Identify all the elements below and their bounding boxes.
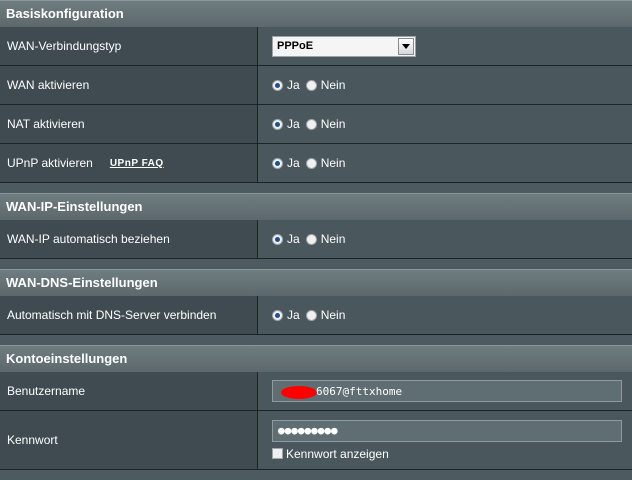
auto-dns-cell: Ja Nein (258, 296, 632, 334)
auto-ip-cell: Ja Nein (258, 220, 632, 258)
upnp-enable-no-label[interactable]: Nein (321, 156, 346, 170)
upnp-enable-cell: Ja Nein (258, 144, 632, 182)
password-column: ●●●●●●●●● Kennwort anzeigen (272, 419, 622, 461)
auto-dns-radio-group: Ja Nein (272, 308, 351, 322)
wan-enable-yes-label[interactable]: Ja (287, 78, 300, 92)
auto-ip-label: WAN-IP automatisch beziehen (0, 220, 258, 258)
wan-enable-radio-group: Ja Nein (272, 78, 351, 92)
wan-type-selected-value: PPPoE (277, 40, 314, 52)
upnp-enable-yes-radio[interactable] (272, 157, 283, 169)
nat-enable-yes-radio[interactable] (272, 118, 283, 130)
password-cell: ●●●●●●●●● Kennwort anzeigen (258, 411, 632, 469)
row-nat-enable: NAT aktivieren Ja Nein (0, 105, 632, 144)
show-password-checkbox[interactable] (272, 448, 283, 459)
section-account-title: Kontoeinstellungen (0, 345, 632, 372)
wan-enable-label: WAN aktivieren (0, 66, 258, 104)
nat-enable-radio-group: Ja Nein (272, 117, 351, 131)
password-label: Kennwort (0, 411, 258, 469)
nat-enable-no-label[interactable]: Nein (321, 117, 346, 131)
upnp-enable-yes-label[interactable]: Ja (287, 156, 300, 170)
upnp-enable-radio-group: Ja Nein (272, 156, 351, 170)
auto-ip-no-label[interactable]: Nein (321, 232, 346, 246)
row-auto-dns: Automatisch mit DNS-Server verbinden Ja … (0, 296, 632, 335)
auto-ip-yes-label[interactable]: Ja (287, 232, 300, 246)
section-spacer (0, 259, 632, 269)
row-wan-type: WAN-Verbindungstyp PPPoE (0, 27, 632, 66)
username-input[interactable]: 6067@fttxhome (272, 380, 622, 402)
row-username: Benutzername 6067@fttxhome (0, 372, 632, 411)
show-password-row: Kennwort anzeigen (272, 447, 622, 461)
wan-enable-no-radio[interactable] (305, 79, 317, 91)
auto-dns-yes-radio[interactable] (272, 309, 283, 321)
section-spacer (0, 335, 632, 345)
wan-enable-cell: Ja Nein (258, 66, 632, 104)
nat-enable-yes-label[interactable]: Ja (287, 117, 300, 131)
upnp-enable-no-radio[interactable] (305, 157, 317, 169)
nat-enable-label: NAT aktivieren (0, 105, 258, 143)
auto-ip-radio-group: Ja Nein (272, 232, 351, 246)
auto-dns-no-radio[interactable] (305, 309, 317, 321)
section-spacer (0, 183, 632, 193)
nat-enable-no-radio[interactable] (305, 118, 317, 130)
row-upnp-enable: UPnP aktivieren UPnP FAQ Ja Nein (0, 144, 632, 183)
wan-enable-yes-radio[interactable] (272, 79, 283, 91)
password-input[interactable]: ●●●●●●●●● (272, 419, 622, 442)
wan-settings-page: Basiskonfiguration WAN-Verbindungstyp PP… (0, 0, 632, 470)
auto-dns-no-label[interactable]: Nein (321, 308, 346, 322)
row-wan-enable: WAN aktivieren Ja Nein (0, 66, 632, 105)
wan-type-cell: PPPoE (258, 27, 632, 65)
upnp-faq-link[interactable]: UPnP FAQ (110, 158, 164, 169)
wan-type-select[interactable]: PPPoE (272, 35, 416, 57)
auto-dns-yes-label[interactable]: Ja (287, 308, 300, 322)
username-value: 6067@fttxhome (316, 384, 403, 398)
auto-ip-no-radio[interactable] (305, 233, 317, 245)
wan-type-label: WAN-Verbindungstyp (0, 27, 258, 65)
password-value: ●●●●●●●●● (278, 424, 338, 437)
section-basic-title: Basiskonfiguration (0, 0, 632, 27)
nat-enable-cell: Ja Nein (258, 105, 632, 143)
upnp-enable-label: UPnP aktivieren (7, 156, 93, 170)
chevron-down-icon[interactable] (398, 37, 414, 55)
section-wan-dns-title: WAN-DNS-Einstellungen (0, 269, 632, 296)
show-password-label[interactable]: Kennwort anzeigen (286, 447, 389, 461)
upnp-enable-label-cell: UPnP aktivieren UPnP FAQ (0, 144, 258, 182)
auto-dns-label: Automatisch mit DNS-Server verbinden (0, 296, 258, 334)
section-wan-ip-title: WAN-IP-Einstellungen (0, 193, 632, 220)
row-password: Kennwort ●●●●●●●●● Kennwort anzeigen (0, 411, 632, 470)
username-label: Benutzername (0, 372, 258, 410)
wan-enable-no-label[interactable]: Nein (321, 78, 346, 92)
auto-ip-yes-radio[interactable] (272, 233, 283, 245)
row-auto-ip: WAN-IP automatisch beziehen Ja Nein (0, 220, 632, 259)
redaction-mark (281, 386, 317, 399)
username-cell: 6067@fttxhome (258, 372, 632, 410)
